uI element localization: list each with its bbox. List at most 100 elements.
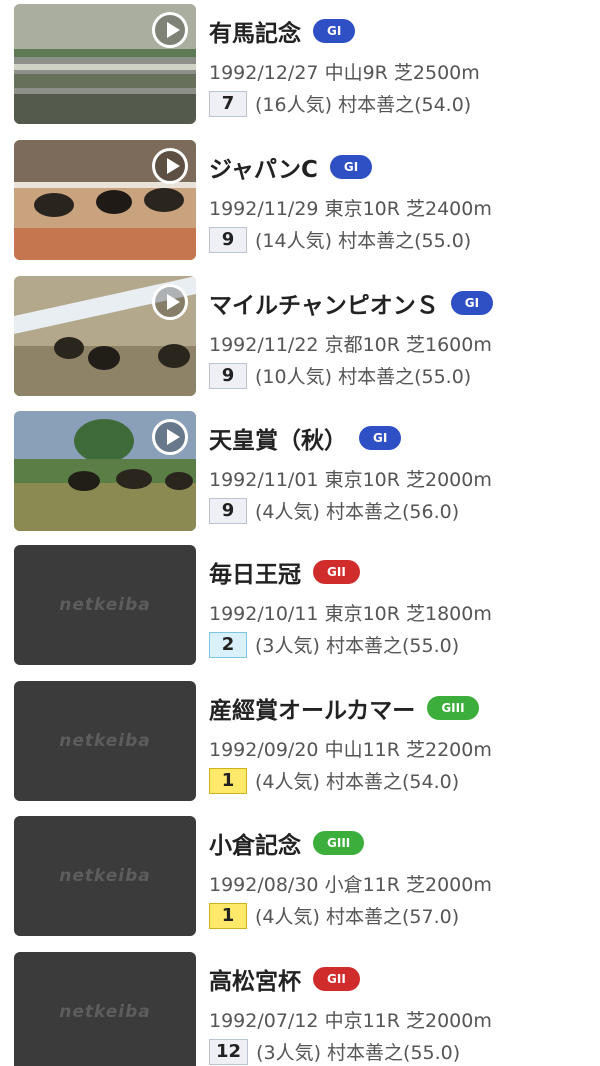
grade-badge: GI xyxy=(359,426,402,450)
play-icon[interactable] xyxy=(152,148,188,184)
race-surface-distance: 芝1600m xyxy=(406,334,492,356)
carried-weight: (55.0) xyxy=(403,1042,461,1064)
race-name[interactable]: 有馬記念 xyxy=(209,21,301,47)
race-venue: 東京10R xyxy=(324,198,400,220)
race-row-6[interactable]: netkeiba 産經賞オールカマー GIII 1992/09/20 中山11R … xyxy=(0,681,600,817)
race-row-7[interactable]: netkeiba 小倉記念 GIII 1992/08/30 小倉11R 芝2000… xyxy=(0,816,600,952)
race-title-line: 有馬記念 GI xyxy=(209,14,600,48)
jockey-name: 村本善之 xyxy=(338,94,415,116)
race-row-2[interactable]: ジャパンC GI 1992/11/29 東京10R 芝2400m 9 (14人気) … xyxy=(0,140,600,276)
race-date: 1992/09/20 xyxy=(209,739,319,761)
race-row-5[interactable]: netkeiba 毎日王冠 GII 1992/10/11 東京10R 芝1800m… xyxy=(0,545,600,681)
race-venue: 中京11R xyxy=(324,1010,400,1032)
carried-weight: (54.0) xyxy=(401,771,460,793)
race-name[interactable]: ジャパンC xyxy=(209,157,318,183)
race-meta: 1992/10/11 東京10R 芝1800m xyxy=(209,599,492,626)
race-title-line: マイルチャンピオンＳ GI xyxy=(209,286,600,320)
race-venue: 中山9R xyxy=(324,62,388,84)
race-date: 1992/12/27 xyxy=(209,62,319,84)
race-row-1[interactable]: 有馬記念 GI 1992/12/27 中山9R 芝2500m 7 (16人気) 村本… xyxy=(0,4,600,140)
race-date: 1992/11/22 xyxy=(209,334,319,356)
play-icon[interactable] xyxy=(152,12,188,48)
carried-weight: (55.0) xyxy=(414,230,472,252)
no-video-placeholder: netkeiba xyxy=(14,681,196,801)
carried-weight: (55.0) xyxy=(401,635,460,657)
no-video-placeholder: netkeiba xyxy=(14,545,196,665)
race-title-line: 小倉記念 GIII xyxy=(209,826,600,860)
race-video-thumbnail[interactable] xyxy=(14,4,196,124)
jockey-name: 村本善之 xyxy=(325,635,402,657)
race-venue: 東京10R xyxy=(324,469,400,491)
race-row-4[interactable]: 天皇賞（秋） GI 1992/11/01 東京10R 芝2000m 9 (4人気) … xyxy=(0,411,600,547)
race-meta: 1992/09/20 中山11R 芝2200m xyxy=(209,735,492,762)
finish-position-badge: 12 xyxy=(209,1038,249,1065)
race-result: 1 (4人気) 村本善之(54.0) xyxy=(209,767,460,794)
race-name[interactable]: マイルチャンピオンＳ xyxy=(209,293,439,319)
race-surface-distance: 芝2000m xyxy=(406,469,492,491)
race-video-thumbnail[interactable] xyxy=(14,140,196,260)
no-video-placeholder: netkeiba xyxy=(14,952,196,1066)
grade-badge: GIII xyxy=(313,831,365,855)
grade-badge: GII xyxy=(313,967,360,991)
grade-badge: GIII xyxy=(427,696,479,720)
grade-badge: GII xyxy=(313,560,360,584)
race-result: 2 (3人気) 村本善之(55.0) xyxy=(209,631,460,658)
race-date: 1992/10/11 xyxy=(209,603,319,625)
netkeiba-logo: netkeiba xyxy=(59,731,151,751)
race-name[interactable]: 小倉記念 xyxy=(209,833,301,859)
popularity-rank: (16人気) xyxy=(255,94,333,116)
finish-position-badge: 9 xyxy=(209,362,247,389)
jockey-name: 村本善之 xyxy=(325,906,402,928)
carried-weight: (57.0) xyxy=(401,906,460,928)
jockey-name: 村本善之 xyxy=(338,230,415,252)
finish-position-badge: 1 xyxy=(209,902,247,929)
race-name[interactable]: 産經賞オールカマー xyxy=(209,698,415,724)
race-name[interactable]: 高松宮杯 xyxy=(209,969,301,995)
race-result: 12 (3人気) 村本善之(55.0) xyxy=(209,1038,461,1065)
race-title-line: 高松宮杯 GII xyxy=(209,962,600,996)
race-surface-distance: 芝2000m xyxy=(406,1010,492,1032)
grade-badge: GI xyxy=(313,19,356,43)
race-surface-distance: 芝2500m xyxy=(393,62,480,84)
race-row-3[interactable]: マイルチャンピオンＳ GI 1992/11/22 京都10R 芝1600m 9 (1… xyxy=(0,276,600,412)
race-name[interactable]: 毎日王冠 xyxy=(209,562,301,588)
race-result: 7 (16人気) 村本善之(54.0) xyxy=(209,90,472,117)
carried-weight: (54.0) xyxy=(414,94,472,116)
race-result: 1 (4人気) 村本善之(57.0) xyxy=(209,902,460,929)
race-result: 9 (10人気) 村本善之(55.0) xyxy=(209,362,471,389)
carried-weight: (56.0) xyxy=(401,501,460,523)
race-meta: 1992/11/01 東京10R 芝2000m xyxy=(209,465,492,492)
finish-position-badge: 7 xyxy=(209,90,247,117)
popularity-rank: (3人気) xyxy=(255,635,320,657)
race-surface-distance: 芝2200m xyxy=(406,739,492,761)
popularity-rank: (14人気) xyxy=(255,230,333,252)
finish-position-badge: 9 xyxy=(209,226,247,253)
race-date: 1992/11/29 xyxy=(209,198,319,220)
race-video-thumbnail[interactable] xyxy=(14,411,196,531)
jockey-name: 村本善之 xyxy=(325,771,402,793)
netkeiba-logo: netkeiba xyxy=(59,1002,151,1022)
race-surface-distance: 芝2400m xyxy=(406,198,492,220)
netkeiba-logo: netkeiba xyxy=(59,595,151,615)
play-icon[interactable] xyxy=(152,284,188,320)
race-surface-distance: 芝2000m xyxy=(406,874,492,896)
grade-badge: GI xyxy=(329,155,373,179)
race-date: 1992/11/01 xyxy=(209,469,319,491)
jockey-name: 村本善之 xyxy=(327,1042,404,1064)
race-meta: 1992/11/22 京都10R 芝1600m xyxy=(209,330,492,357)
race-surface-distance: 芝1800m xyxy=(406,603,492,625)
popularity-rank: (4人気) xyxy=(255,771,320,793)
play-icon[interactable] xyxy=(152,419,188,455)
race-result: 9 (4人気) 村本善之(56.0) xyxy=(209,497,460,524)
race-title-line: 毎日王冠 GII xyxy=(209,555,600,589)
race-video-thumbnail[interactable] xyxy=(14,276,196,396)
jockey-name: 村本善之 xyxy=(325,501,402,523)
race-name[interactable]: 天皇賞（秋） xyxy=(209,428,347,454)
popularity-rank: (3人気) xyxy=(256,1042,321,1064)
race-row-8[interactable]: netkeiba 高松宮杯 GII 1992/07/12 中京11R 芝2000m… xyxy=(0,952,600,1066)
race-meta: 1992/11/29 東京10R 芝2400m xyxy=(209,194,492,221)
race-title-line: 天皇賞（秋） GI xyxy=(209,421,600,455)
race-title-line: ジャパンC GI xyxy=(209,150,600,184)
jockey-name: 村本善之 xyxy=(338,366,415,388)
no-video-placeholder: netkeiba xyxy=(14,816,196,936)
